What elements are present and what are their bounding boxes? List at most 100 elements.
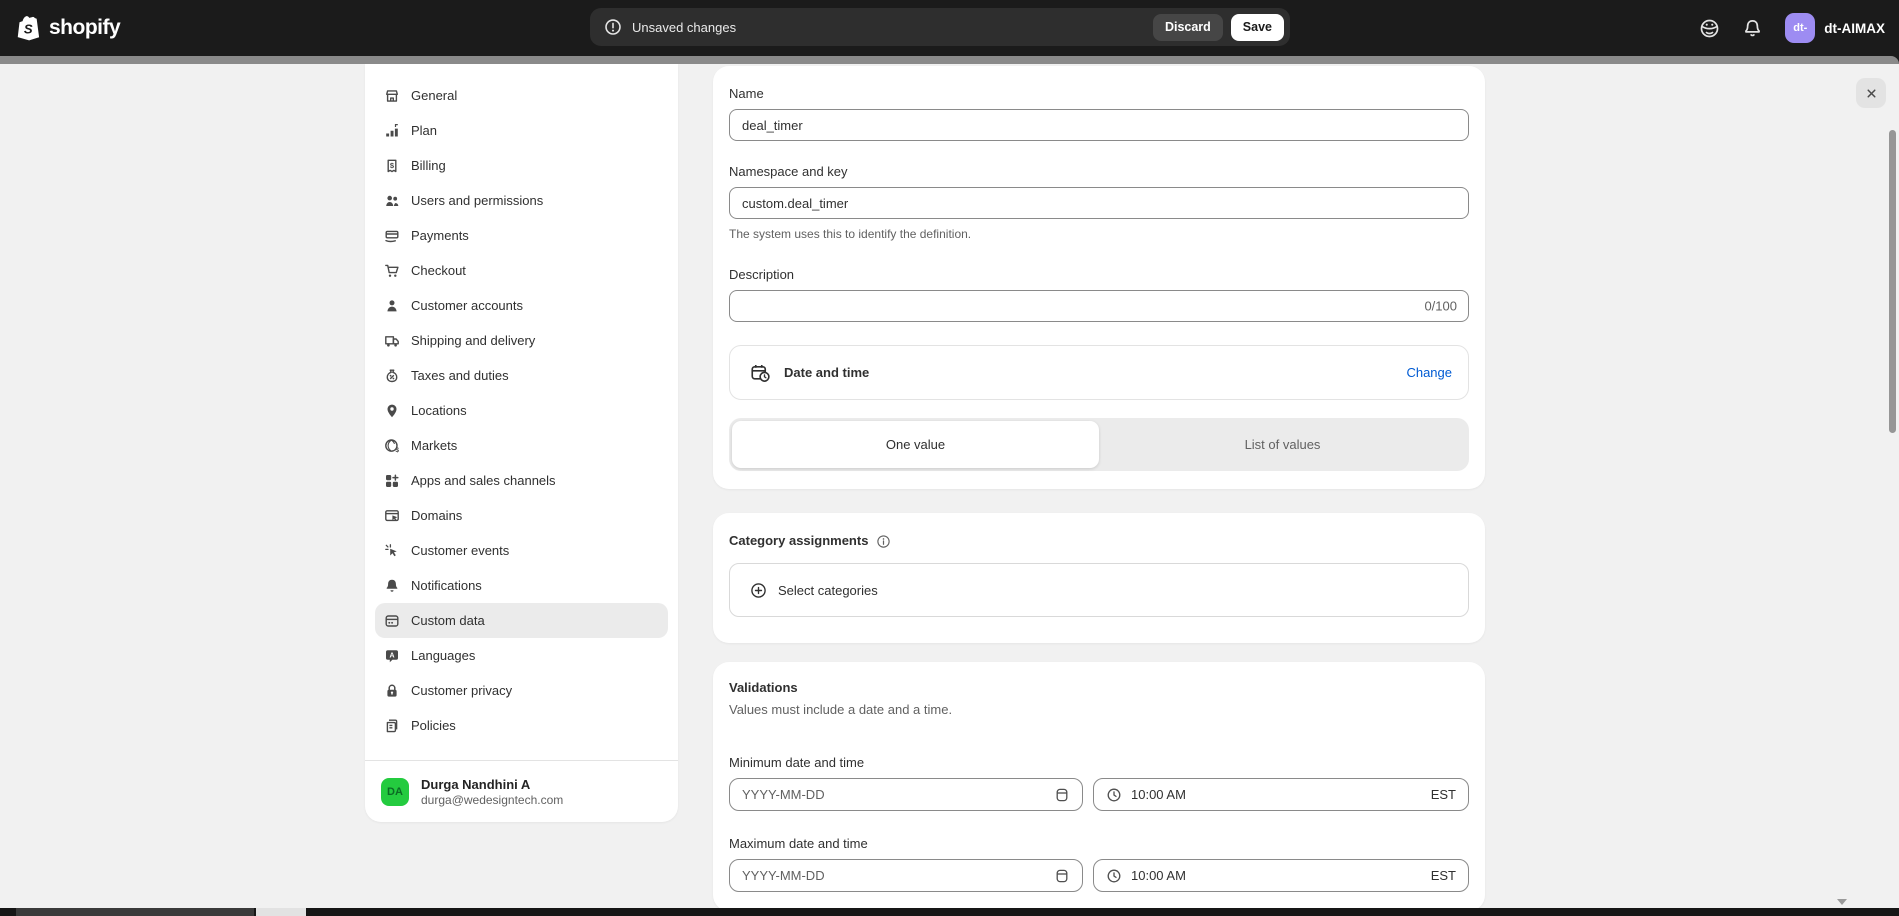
privacy-icon [384,683,400,699]
sidebar-item-custom-data[interactable]: Custom data [375,603,668,638]
sidebar-item-taxes-and-duties[interactable]: Taxes and duties [375,358,668,393]
user-name: Durga Nandhini A [421,776,563,793]
sidebar-item-domains[interactable]: Domains [375,498,668,533]
sidekick-icon[interactable] [1699,18,1720,39]
user-email: durga@wedesigntech.com [421,793,563,808]
settings-nav: General Plan $ Billing Users and permiss… [365,64,678,743]
min-date-row: 10:00 AM EST [729,778,1469,811]
sidebar-item-general[interactable]: General [375,78,668,113]
sidebar-item-plan[interactable]: Plan [375,113,668,148]
validations-title: Validations [729,680,1469,696]
page-scrollbar-thumb[interactable] [1889,130,1896,433]
sidebar-user[interactable]: DA Durga Nandhini A durga@wedesigntech.c… [365,760,678,822]
sidebar-item-customer-privacy[interactable]: Customer privacy [375,673,668,708]
sidebar-item-markets[interactable]: $ Markets [375,428,668,463]
unsaved-changes-bar: Unsaved changes Discard Save [590,8,1290,46]
name-input[interactable] [729,109,1469,141]
shopify-wordmark: shopify [49,16,120,40]
clock-icon [1106,868,1122,884]
svg-text:$: $ [390,160,395,169]
max-time-value: 10:00 AM [1131,868,1186,883]
min-timezone: EST [1431,787,1456,802]
discard-button[interactable]: Discard [1153,14,1223,41]
scroll-caret-icon [1837,899,1847,905]
max-time-input[interactable]: 10:00 AM EST [1093,859,1469,892]
content-type-label: Date and time [784,365,869,380]
validations-subtitle: Values must include a date and a time. [729,702,1469,717]
description-counter: 0/100 [1424,299,1457,314]
sidebar-item-apps-and-sales-channels[interactable]: Apps and sales channels [375,463,668,498]
store-name: dt-AIMAX [1824,21,1885,36]
customer-accounts-icon [384,298,400,314]
users-icon [384,193,400,209]
namespace-label: Namespace and key [729,164,1469,180]
min-date-field[interactable] [742,787,1045,802]
calendar-icon [1054,868,1070,884]
select-categories-label: Select categories [778,583,878,598]
languages-icon: A [384,648,400,664]
svg-text:S: S [24,22,33,37]
description-input[interactable] [729,290,1469,322]
custom-data-icon [384,613,400,629]
sidebar-item-checkout[interactable]: Checkout [375,253,668,288]
change-type-link[interactable]: Change [1406,365,1452,380]
shopify-logo[interactable]: S shopify [16,13,120,43]
markets-icon: $ [384,438,400,454]
page-top-strip [0,56,1899,64]
sidebar-item-customer-accounts[interactable]: Customer accounts [375,288,668,323]
tab-one-value[interactable]: One value [732,421,1099,468]
description-field: 0/100 [729,290,1469,322]
sidebar-item-customer-events[interactable]: Customer events [375,533,668,568]
save-button[interactable]: Save [1231,14,1284,41]
domains-icon [384,508,400,524]
close-button[interactable] [1856,78,1886,108]
clock-icon [1106,787,1122,803]
taxes-icon [384,368,400,384]
taskbar-segment [16,908,254,916]
min-time-input[interactable]: 10:00 AM EST [1093,778,1469,811]
sidebar-item-locations[interactable]: Locations [375,393,668,428]
close-icon [1864,86,1879,101]
content-type-box: Date and time Change [729,345,1469,400]
user-avatar: DA [381,778,409,806]
select-categories-button[interactable]: Select categories [729,563,1469,617]
value-mode-segmented: One value List of values [729,418,1469,471]
category-assignments-card: Category assignments Select categories [713,513,1485,643]
max-date-input[interactable] [729,859,1083,892]
plan-icon [384,123,400,139]
shipping-icon [384,333,400,349]
date-time-icon [750,363,770,383]
settings-sidebar: General Plan $ Billing Users and permiss… [365,64,678,822]
sidebar-item-billing[interactable]: $ Billing [375,148,668,183]
namespace-input[interactable] [729,187,1469,219]
tab-list-of-values[interactable]: List of values [1099,421,1466,468]
taskbar-strip [0,908,1899,916]
name-label: Name [729,86,1469,102]
store-avatar: dt- [1785,13,1815,43]
sidebar-item-languages[interactable]: A Languages [375,638,668,673]
info-icon[interactable] [876,534,891,549]
category-assignments-title: Category assignments [729,533,1469,549]
notifications-bell-icon[interactable] [1742,18,1763,39]
min-date-label: Minimum date and time [729,755,1469,771]
min-date-input[interactable] [729,778,1083,811]
max-date-field[interactable] [742,868,1045,883]
sidebar-item-users-and-permissions[interactable]: Users and permissions [375,183,668,218]
store-menu[interactable]: dt- dt-AIMAX [1785,13,1885,43]
notifications-icon [384,578,400,594]
sidebar-item-policies[interactable]: Policies [375,708,668,743]
sidebar-item-notifications[interactable]: Notifications [375,568,668,603]
customer-events-icon [384,543,400,559]
alert-icon [604,18,622,36]
unsaved-changes-message: Unsaved changes [632,20,736,35]
payments-icon [384,228,400,244]
locations-icon [384,403,400,419]
sidebar-item-payments[interactable]: Payments [375,218,668,253]
validations-card: Validations Values must include a date a… [713,662,1485,911]
billing-icon: $ [384,158,400,174]
min-time-value: 10:00 AM [1131,787,1186,802]
sidebar-item-shipping-and-delivery[interactable]: Shipping and delivery [375,323,668,358]
checkout-icon [384,263,400,279]
svg-text:$: $ [395,447,399,454]
top-bar-right: dt- dt-AIMAX [1699,0,1885,56]
